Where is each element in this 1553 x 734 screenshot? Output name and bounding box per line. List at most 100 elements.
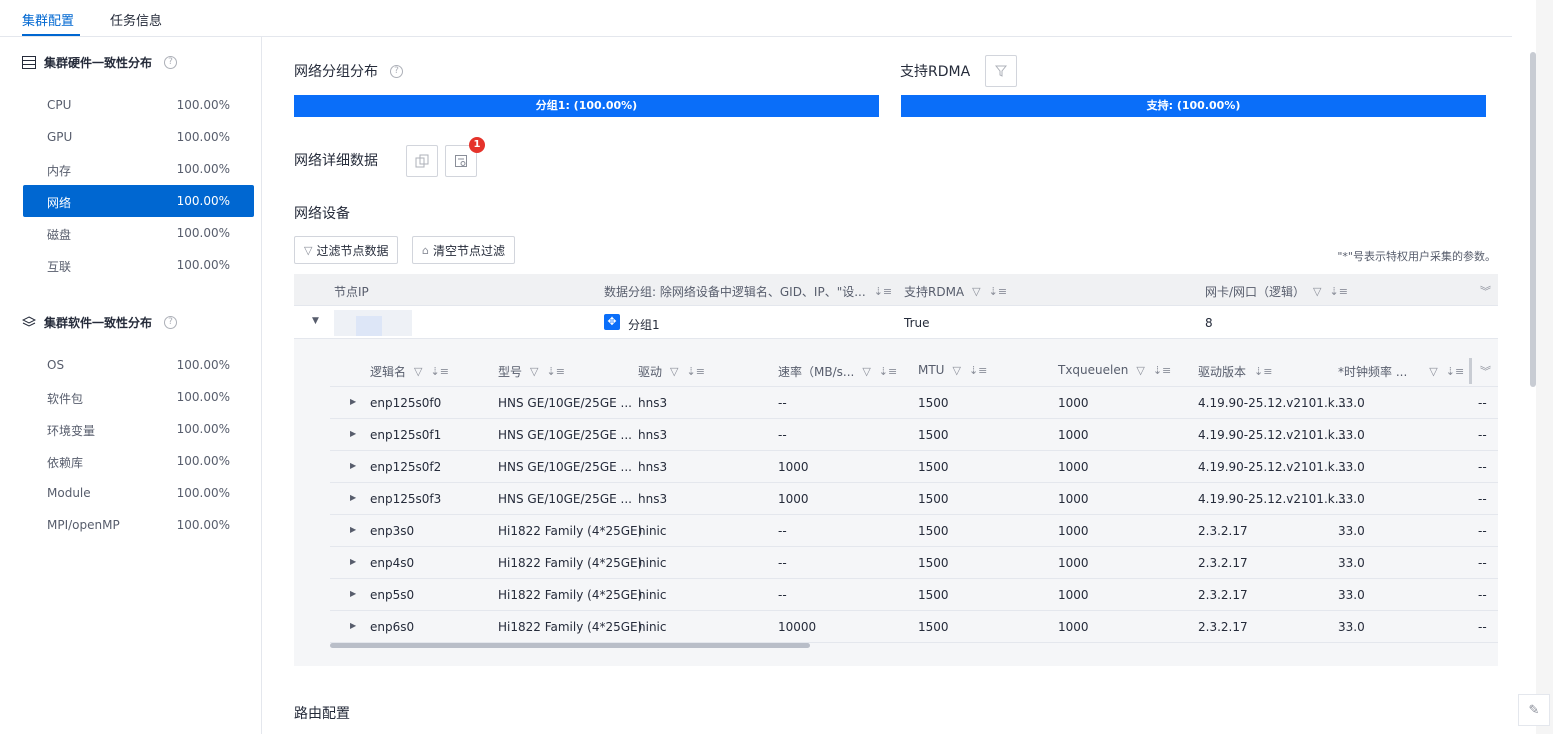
sidebar-item-network[interactable]: 网络 100.00% (23, 185, 254, 217)
page-scrollbar-track[interactable] (1536, 0, 1553, 734)
table-row[interactable]: ▶ enp125s0f3 HNS GE/10GE/25GE ... hns3 1000 1… (330, 483, 1498, 515)
cell-mtu: 1500 (918, 492, 949, 506)
sidebar-item-disk[interactable]: 磁盘 100.00% (23, 217, 254, 249)
filter-icon[interactable]: ▽ (1136, 364, 1144, 377)
expand-columns-icon[interactable]: ︾ (1480, 283, 1491, 299)
group-value: 分组1 (628, 318, 660, 332)
cell-driver: hns3 (638, 396, 668, 410)
sidebar-item-packages[interactable]: 软件包 100.00% (23, 381, 254, 413)
collapse-icon[interactable]: ▼ (312, 316, 319, 326)
horizontal-scrollbar[interactable] (330, 643, 1498, 649)
sort-icon[interactable]: ⇣≡ (989, 285, 1007, 298)
filter-icon[interactable]: ▽ (530, 365, 538, 378)
expand-icon[interactable]: ▶ (350, 461, 356, 470)
table-row[interactable]: ▶ enp125s0f1 HNS GE/10GE/25GE ... hns3 -- 150… (330, 419, 1498, 451)
cell-driver-version: 2.3.2.17 (1198, 524, 1248, 538)
filter-icon[interactable]: ▽ (670, 365, 678, 378)
table-row[interactable]: ▼ ✥ 分组1 True 8 (294, 306, 1498, 339)
sidebar-item-libraries[interactable]: 依赖库 100.00% (23, 445, 254, 477)
table-row[interactable]: ▶ enp125s0f2 HNS GE/10GE/25GE ... hns3 1000 1… (330, 451, 1498, 483)
group-icon: ✥ (604, 314, 620, 330)
devices-table-header: 节点IP 数据分组: 除网络设备中逻辑名、GID、IP、"设... ⇣≡ 支持RD… (294, 274, 1498, 306)
expand-icon[interactable]: ▶ (350, 621, 356, 630)
rdma-value: True (904, 316, 930, 330)
sidebar-item-interconnect[interactable]: 互联 100.00% (23, 249, 254, 281)
help-icon[interactable]: ? (164, 56, 178, 69)
cell-mtu: 1500 (918, 556, 949, 570)
sort-icon[interactable]: ⇣≡ (1330, 285, 1348, 298)
rdma-dist-bar[interactable]: 支持: (100.00%) (901, 95, 1486, 117)
filter-button[interactable] (985, 55, 1017, 87)
cell-extra: -- (1478, 428, 1487, 442)
sort-icon[interactable]: ⇣≡ (879, 365, 897, 378)
cell-logical-name: enp6s0 (370, 620, 415, 634)
edit-icon[interactable]: ✎ (1518, 694, 1550, 726)
sort-icon[interactable]: ⇣≡ (969, 364, 987, 377)
filter-icon[interactable]: ▽ (414, 365, 422, 378)
expand-columns-icon[interactable]: ︾ (1480, 363, 1491, 379)
cell-driver-version: 4.19.90-25.12.v2101.k... (1198, 396, 1347, 410)
sort-icon[interactable]: ⇣≡ (430, 365, 448, 378)
filter-icon[interactable]: ▽ (952, 364, 960, 377)
cell-driver-version: 2.3.2.17 (1198, 588, 1248, 602)
col-nic: 网卡/网口（逻辑） ▽ ⇣≡ (1205, 285, 1348, 299)
expand-icon[interactable]: ▶ (350, 493, 356, 502)
cell-extra: -- (1478, 492, 1487, 506)
table-row[interactable]: ▶ enp3s0 Hi1822 Family (4*25GE) hinic -- 1500… (330, 515, 1498, 547)
copy-button[interactable] (406, 145, 438, 177)
cell-mtu: 1500 (918, 524, 949, 538)
sort-icon[interactable]: ⇣≡ (874, 285, 892, 298)
cell-clock-freq: 33.0 (1338, 396, 1365, 410)
tab-cluster-config[interactable]: 集群配置 (22, 10, 74, 29)
sort-icon[interactable]: ⇣≡ (686, 365, 704, 378)
filter-icon[interactable]: ▽ (862, 365, 870, 378)
cell-driver-version: 4.19.90-25.12.v2101.k... (1198, 492, 1347, 506)
table-row[interactable]: ▶ enp125s0f0 HNS GE/10GE/25GE ... hns3 -- 150… (330, 387, 1498, 419)
cell-extra: -- (1478, 524, 1487, 538)
scrollbar-thumb[interactable] (330, 643, 810, 648)
table-row[interactable]: ▶ enp5s0 Hi1822 Family (4*25GE) hinic -- 1500… (330, 579, 1498, 611)
rdma-dist-title: 支持RDMA (900, 64, 971, 80)
cell-model: HNS GE/10GE/25GE ... (498, 428, 632, 442)
sort-icon[interactable]: ⇣≡ (1446, 365, 1464, 378)
table-row[interactable]: ▶ enp6s0 Hi1822 Family (4*25GE) hinic 10000 1… (330, 611, 1498, 643)
table-row[interactable]: ▶ enp4s0 Hi1822 Family (4*25GE) hinic -- 1500… (330, 547, 1498, 579)
col-driver-version: 驱动版本 ⇣≡ (1198, 365, 1273, 379)
tab-task-info[interactable]: 任务信息 (110, 10, 162, 29)
sidebar-item-cpu[interactable]: CPU 100.00% (23, 89, 254, 121)
sidebar-item-os[interactable]: OS 100.00% (23, 349, 254, 381)
filter-nodes-button[interactable]: ▽ 过滤节点数据 (294, 236, 399, 264)
cell-clock-freq: 33.0 (1338, 428, 1365, 442)
route-title: 路由配置 (294, 706, 350, 722)
expand-icon[interactable]: ▶ (350, 525, 356, 534)
devices-table: 节点IP 数据分组: 除网络设备中逻辑名、GID、IP、"设... ⇣≡ 支持RD… (294, 274, 1498, 666)
expand-icon[interactable]: ▶ (350, 557, 356, 566)
cell-logical-name: enp125s0f3 (370, 492, 442, 506)
sidebar-item-mpi[interactable]: MPI/openMP 100.00% (23, 509, 254, 541)
sidebar-item-env-vars[interactable]: 环境变量 100.00% (23, 413, 254, 445)
help-icon[interactable]: ? (164, 316, 178, 329)
filter-icon[interactable]: ▽ (972, 285, 980, 298)
sidebar-item-gpu[interactable]: GPU 100.00% (23, 121, 254, 153)
cell-rate: 1000 (778, 492, 809, 506)
expand-icon[interactable]: ▶ (350, 397, 356, 406)
page-scrollbar-thumb[interactable] (1530, 52, 1536, 387)
sort-icon[interactable]: ⇣≡ (546, 365, 564, 378)
filter-icon[interactable]: ▽ (1429, 365, 1437, 378)
sidebar-item-module[interactable]: Module 100.00% (23, 477, 254, 509)
help-icon[interactable]: ? (390, 64, 403, 78)
expand-icon[interactable]: ▶ (350, 589, 356, 598)
cell-logical-name: enp125s0f2 (370, 460, 442, 474)
sidebar-item-memory[interactable]: 内存 100.00% (23, 153, 254, 185)
group-dist-title: 网络分组分布? (294, 61, 403, 81)
cell-logical-name: enp125s0f1 (370, 428, 442, 442)
expand-icon[interactable]: ▶ (350, 429, 356, 438)
clear-filter-button[interactable]: ⌂ 清空节点过滤 (412, 236, 515, 264)
cell-rate: -- (778, 556, 787, 570)
cell-extra: -- (1478, 588, 1487, 602)
sort-icon[interactable]: ⇣≡ (1153, 364, 1171, 377)
sort-icon[interactable]: ⇣≡ (1254, 365, 1272, 378)
interfaces-table-header: 逻辑名 ▽ ⇣≡ 型号 ▽ ⇣≡ 驱动 ▽ ⇣≡ 速率（MB/s... ▽ ⇣≡ MTU ▽ ⇣≡ … (330, 354, 1498, 387)
filter-icon[interactable]: ▽ (1313, 285, 1321, 298)
group-dist-bar[interactable]: 分组1: (100.00%) (294, 95, 879, 117)
